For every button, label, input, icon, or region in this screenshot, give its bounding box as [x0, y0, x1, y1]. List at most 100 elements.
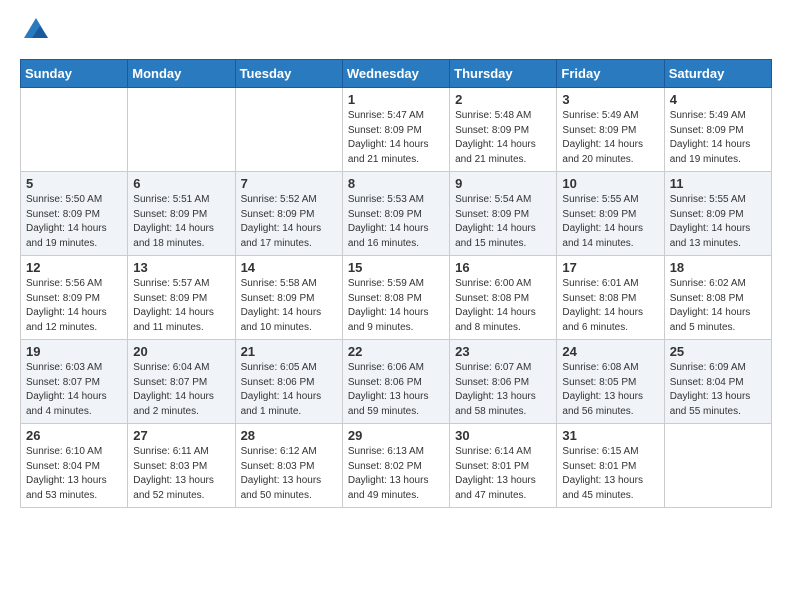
calendar-cell: 17 Sunrise: 6:01 AMSunset: 8:08 PMDayligh…: [557, 256, 664, 340]
day-info: Sunrise: 6:04 AMSunset: 8:07 PMDaylight:…: [133, 361, 229, 419]
calendar-cell: 24 Sunrise: 6:08 AMSunset: 8:05 PMDayligh…: [557, 340, 664, 424]
calendar-cell: 9 Sunrise: 5:54 AMSunset: 8:09 PMDaylight…: [450, 172, 557, 256]
logo-icon: [22, 16, 50, 44]
calendar-cell: 1Sunrise: 5:47 AMSunset: 8:09 PMDaylight…: [342, 88, 449, 172]
calendar-cell: 13 Sunrise: 5:57 AMSunset: 8:09 PMDayligh…: [128, 256, 235, 340]
day-info: Sunrise: 5:55 AMSunset: 8:09 PMDaylight:…: [562, 193, 658, 251]
day-info: Sunrise: 6:11 AMSunset: 8:03 PMDaylight:…: [133, 445, 229, 503]
calendar-cell: 5Sunrise: 5:50 AMSunset: 8:09 PMDaylight…: [21, 172, 128, 256]
day-info: Sunrise: 6:10 AMSunset: 8:04 PMDaylight:…: [26, 445, 122, 503]
calendar-week-3: 19 Sunrise: 6:03 AMSunset: 8:07 PMDayligh…: [21, 340, 772, 424]
day-info: Sunrise: 5:48 AMSunset: 8:09 PMDaylight:…: [455, 109, 551, 167]
day-info: Sunrise: 6:03 AMSunset: 8:07 PMDaylight:…: [26, 361, 122, 419]
day-info: Sunrise: 5:57 AMSunset: 8:09 PMDaylight:…: [133, 277, 229, 335]
calendar-cell: 28 Sunrise: 6:12 AMSunset: 8:03 PMDayligh…: [235, 424, 342, 508]
day-number: 19: [26, 344, 122, 359]
day-number: 29: [348, 428, 444, 443]
header: [20, 16, 772, 49]
calendar-cell: 14 Sunrise: 5:58 AMSunset: 8:09 PMDayligh…: [235, 256, 342, 340]
day-info: Sunrise: 6:14 AMSunset: 8:01 PMDaylight:…: [455, 445, 551, 503]
calendar-cell: 4Sunrise: 5:49 AMSunset: 8:09 PMDaylight…: [664, 88, 771, 172]
logo: [20, 16, 50, 49]
day-info: Sunrise: 6:05 AMSunset: 8:06 PMDaylight:…: [241, 361, 337, 419]
day-number: 23: [455, 344, 551, 359]
day-number: 17: [562, 260, 658, 275]
calendar-cell: 20 Sunrise: 6:04 AMSunset: 8:07 PMDayligh…: [128, 340, 235, 424]
day-number: 22: [348, 344, 444, 359]
calendar-cell: 30 Sunrise: 6:14 AMSunset: 8:01 PMDayligh…: [450, 424, 557, 508]
day-number: 4: [670, 92, 766, 107]
calendar-week-0: 1Sunrise: 5:47 AMSunset: 8:09 PMDaylight…: [21, 88, 772, 172]
calendar-header-friday: Friday: [557, 60, 664, 88]
calendar-header-tuesday: Tuesday: [235, 60, 342, 88]
day-info: Sunrise: 6:12 AMSunset: 8:03 PMDaylight:…: [241, 445, 337, 503]
day-number: 28: [241, 428, 337, 443]
day-number: 31: [562, 428, 658, 443]
calendar-cell: 22 Sunrise: 6:06 AMSunset: 8:06 PMDayligh…: [342, 340, 449, 424]
calendar-cell: 27 Sunrise: 6:11 AMSunset: 8:03 PMDayligh…: [128, 424, 235, 508]
calendar-cell: 29 Sunrise: 6:13 AMSunset: 8:02 PMDayligh…: [342, 424, 449, 508]
day-info: Sunrise: 6:08 AMSunset: 8:05 PMDaylight:…: [562, 361, 658, 419]
day-number: 7: [241, 176, 337, 191]
day-info: Sunrise: 6:13 AMSunset: 8:02 PMDaylight:…: [348, 445, 444, 503]
calendar-cell: 12Sunrise: 5:56 AMSunset: 8:09 PMDayligh…: [21, 256, 128, 340]
day-number: 13: [133, 260, 229, 275]
day-number: 3: [562, 92, 658, 107]
calendar-table: SundayMondayTuesdayWednesdayThursdayFrid…: [20, 59, 772, 508]
day-number: 12: [26, 260, 122, 275]
day-number: 21: [241, 344, 337, 359]
calendar-cell: 6Sunrise: 5:51 AMSunset: 8:09 PMDaylight…: [128, 172, 235, 256]
calendar-cell: [235, 88, 342, 172]
day-number: 2: [455, 92, 551, 107]
calendar-header-saturday: Saturday: [664, 60, 771, 88]
calendar-header-row: SundayMondayTuesdayWednesdayThursdayFrid…: [21, 60, 772, 88]
calendar-cell: 26 Sunrise: 6:10 AMSunset: 8:04 PMDayligh…: [21, 424, 128, 508]
day-number: 20: [133, 344, 229, 359]
day-info: Sunrise: 6:00 AMSunset: 8:08 PMDaylight:…: [455, 277, 551, 335]
day-number: 27: [133, 428, 229, 443]
calendar-cell: 10 Sunrise: 5:55 AMSunset: 8:09 PMDayligh…: [557, 172, 664, 256]
calendar-cell: 19 Sunrise: 6:03 AMSunset: 8:07 PMDayligh…: [21, 340, 128, 424]
day-number: 30: [455, 428, 551, 443]
day-number: 5: [26, 176, 122, 191]
day-number: 11: [670, 176, 766, 191]
day-info: Sunrise: 6:07 AMSunset: 8:06 PMDaylight:…: [455, 361, 551, 419]
day-number: 14: [241, 260, 337, 275]
day-info: Sunrise: 6:09 AMSunset: 8:04 PMDaylight:…: [670, 361, 766, 419]
day-number: 15: [348, 260, 444, 275]
calendar-week-1: 5Sunrise: 5:50 AMSunset: 8:09 PMDaylight…: [21, 172, 772, 256]
day-number: 9: [455, 176, 551, 191]
day-number: 8: [348, 176, 444, 191]
calendar-cell: 18 Sunrise: 6:02 AMSunset: 8:08 PMDayligh…: [664, 256, 771, 340]
day-number: 1: [348, 92, 444, 107]
day-number: 18: [670, 260, 766, 275]
day-info: Sunrise: 5:58 AMSunset: 8:09 PMDaylight:…: [241, 277, 337, 335]
day-info: Sunrise: 5:53 AMSunset: 8:09 PMDaylight:…: [348, 193, 444, 251]
calendar-cell: 2 Sunrise: 5:48 AMSunset: 8:09 PMDaylight…: [450, 88, 557, 172]
calendar-cell: 3Sunrise: 5:49 AMSunset: 8:09 PMDaylight…: [557, 88, 664, 172]
calendar-header-sunday: Sunday: [21, 60, 128, 88]
day-info: Sunrise: 5:52 AMSunset: 8:09 PMDaylight:…: [241, 193, 337, 251]
day-info: Sunrise: 5:54 AMSunset: 8:09 PMDaylight:…: [455, 193, 551, 251]
day-number: 10: [562, 176, 658, 191]
day-info: Sunrise: 5:59 AMSunset: 8:08 PMDaylight:…: [348, 277, 444, 335]
calendar-cell: 16 Sunrise: 6:00 AMSunset: 8:08 PMDayligh…: [450, 256, 557, 340]
calendar-week-2: 12Sunrise: 5:56 AMSunset: 8:09 PMDayligh…: [21, 256, 772, 340]
day-number: 24: [562, 344, 658, 359]
day-number: 25: [670, 344, 766, 359]
page: SundayMondayTuesdayWednesdayThursdayFrid…: [0, 0, 792, 524]
calendar-cell: [21, 88, 128, 172]
day-info: Sunrise: 5:55 AMSunset: 8:09 PMDaylight:…: [670, 193, 766, 251]
day-number: 16: [455, 260, 551, 275]
calendar-cell: 25 Sunrise: 6:09 AMSunset: 8:04 PMDayligh…: [664, 340, 771, 424]
day-number: 26: [26, 428, 122, 443]
day-info: Sunrise: 6:02 AMSunset: 8:08 PMDaylight:…: [670, 277, 766, 335]
day-info: Sunrise: 5:51 AMSunset: 8:09 PMDaylight:…: [133, 193, 229, 251]
day-info: Sunrise: 6:01 AMSunset: 8:08 PMDaylight:…: [562, 277, 658, 335]
calendar-cell: [664, 424, 771, 508]
day-info: Sunrise: 6:15 AMSunset: 8:01 PMDaylight:…: [562, 445, 658, 503]
day-info: Sunrise: 6:06 AMSunset: 8:06 PMDaylight:…: [348, 361, 444, 419]
calendar-cell: 7 Sunrise: 5:52 AMSunset: 8:09 PMDaylight…: [235, 172, 342, 256]
calendar-cell: 8 Sunrise: 5:53 AMSunset: 8:09 PMDaylight…: [342, 172, 449, 256]
calendar-cell: 31 Sunrise: 6:15 AMSunset: 8:01 PMDayligh…: [557, 424, 664, 508]
